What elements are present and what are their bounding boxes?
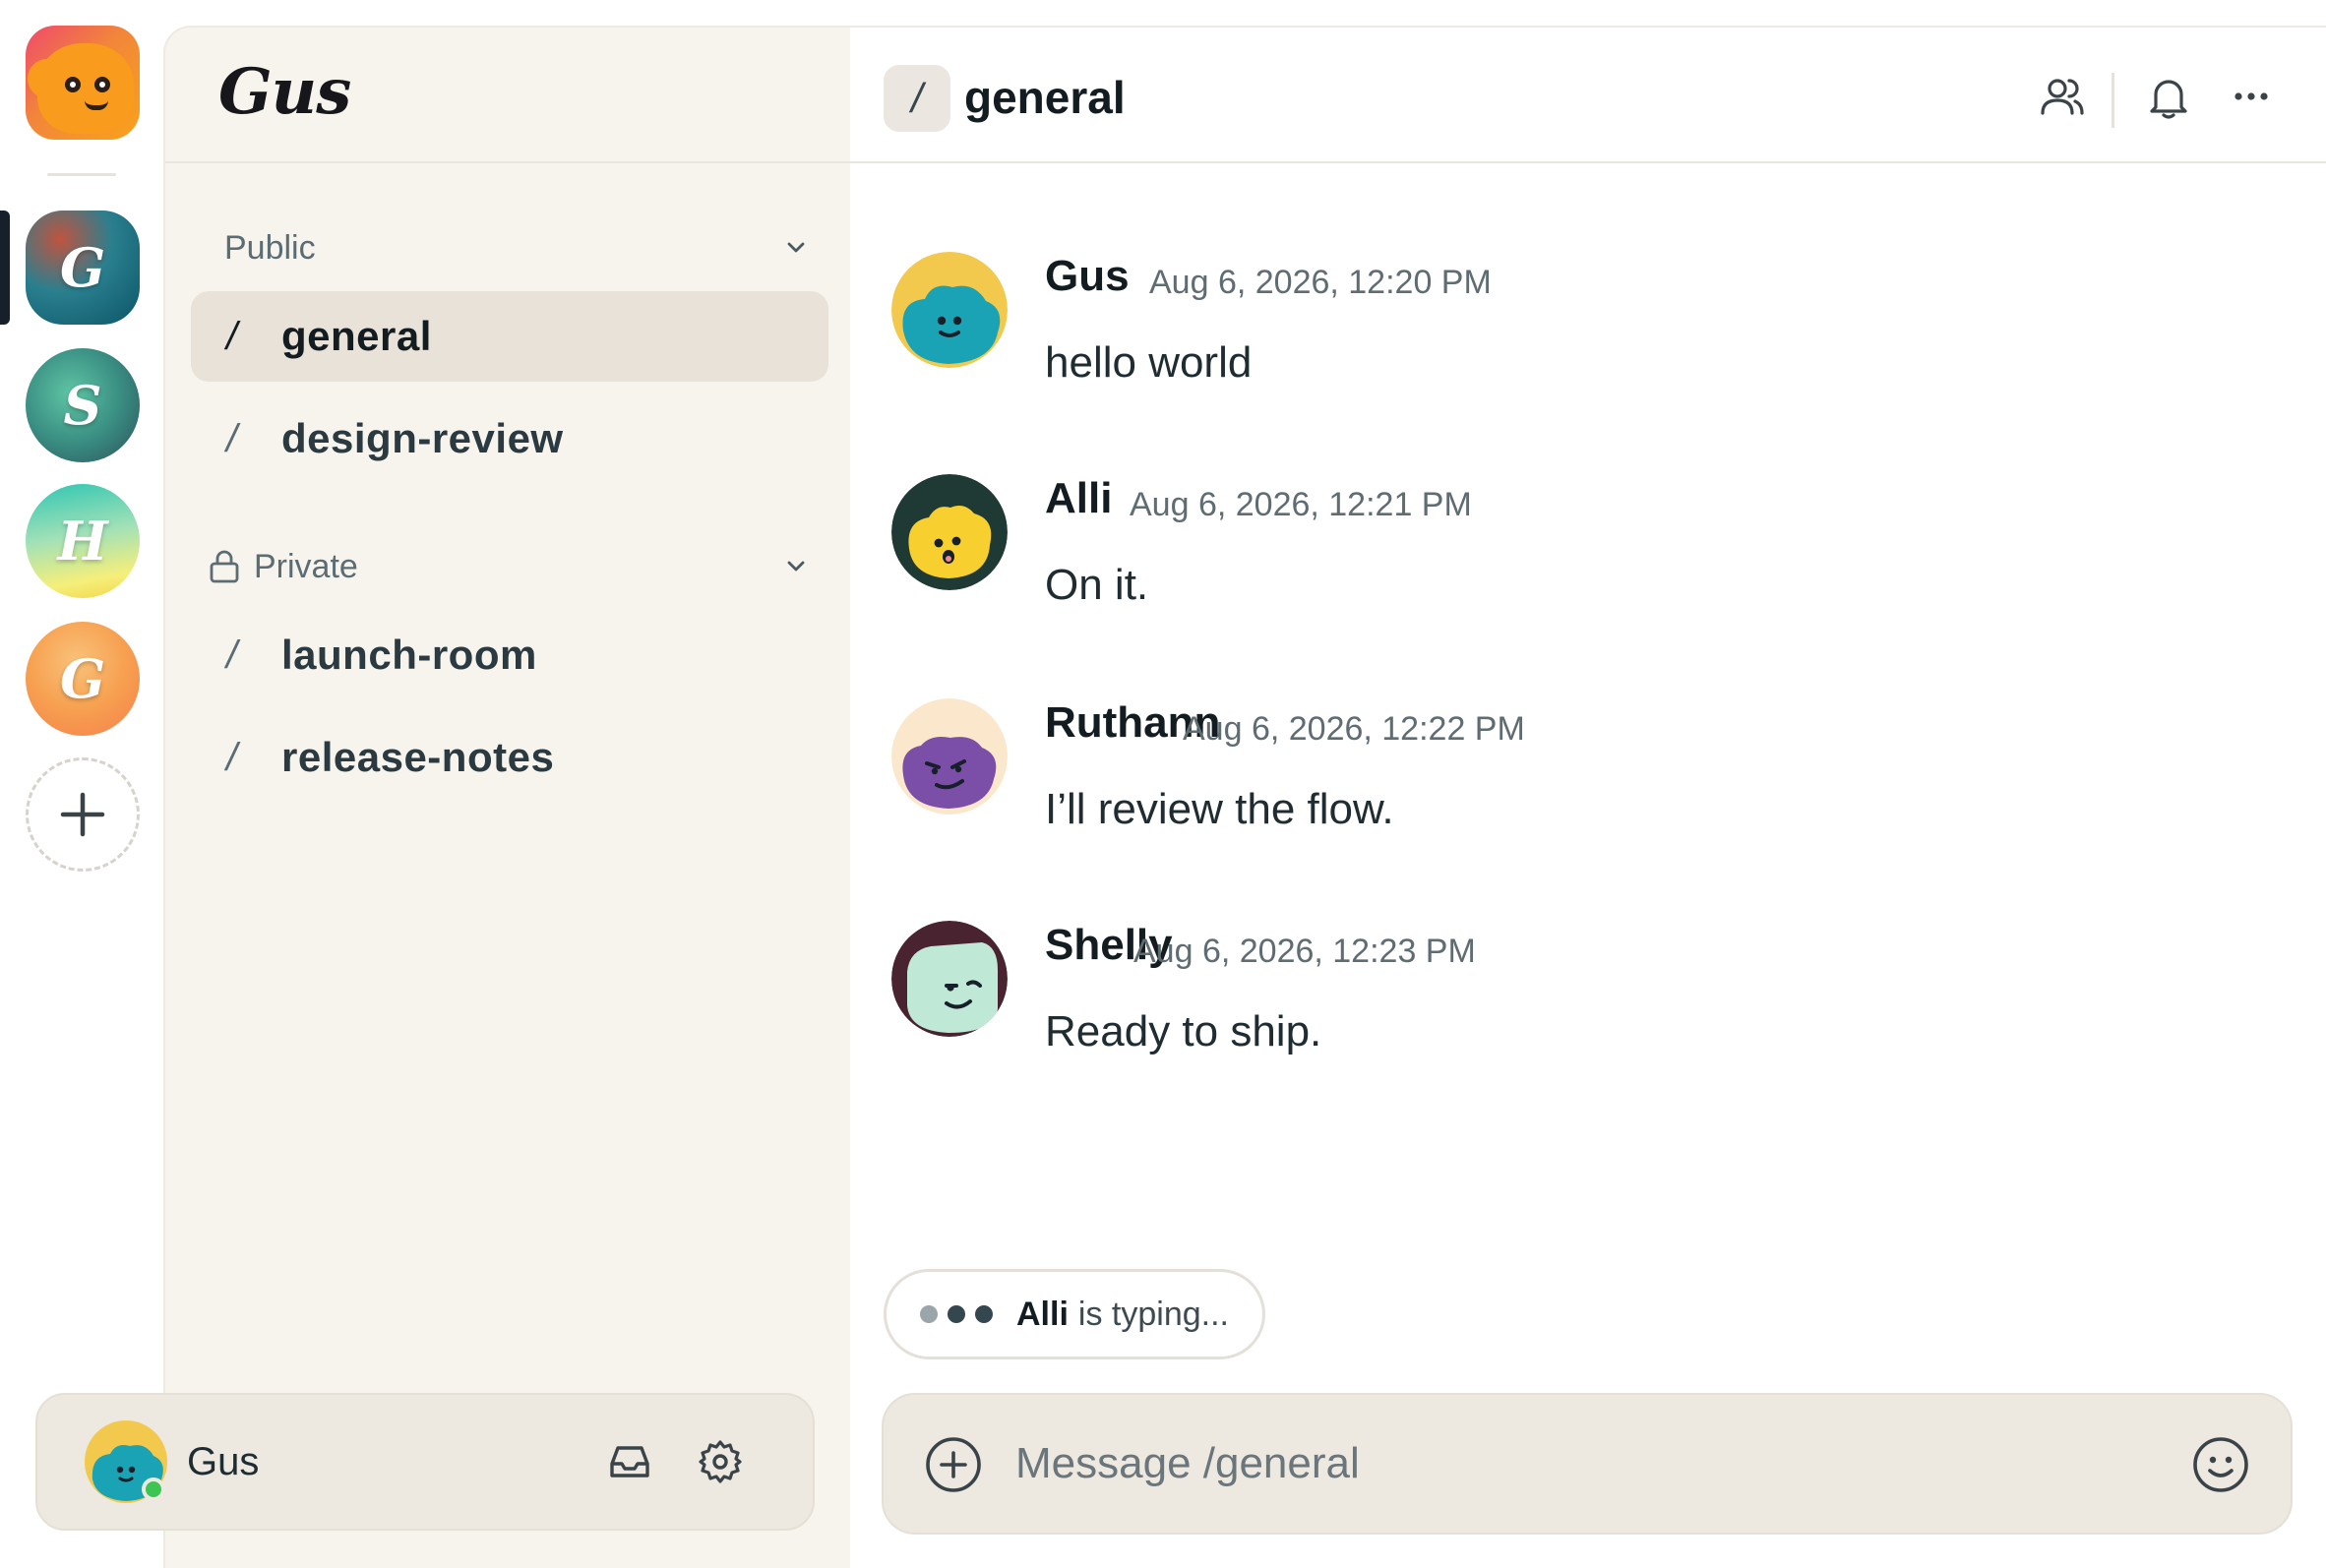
channel-name: launch-room bbox=[281, 632, 537, 678]
header-divider bbox=[2112, 73, 2114, 128]
channel-title: general bbox=[964, 72, 1126, 123]
chat-app: G S H G Gus Public / general / design-re… bbox=[0, 0, 2326, 1568]
channel-name: general bbox=[281, 313, 432, 359]
channel-item-general[interactable]: / general bbox=[191, 291, 828, 382]
gear-icon bbox=[699, 1440, 742, 1483]
section-public-header[interactable]: Public bbox=[195, 218, 815, 277]
add-attachment-icon[interactable] bbox=[923, 1434, 984, 1495]
members-button[interactable] bbox=[2031, 65, 2094, 128]
channel-item-release-notes[interactable]: / release-notes bbox=[191, 712, 828, 803]
current-user-card: Gus bbox=[35, 1393, 815, 1531]
app-logo-icon[interactable] bbox=[26, 26, 140, 140]
more-icon bbox=[2234, 92, 2268, 100]
inbox-icon bbox=[610, 1446, 649, 1478]
message-timestamp: Aug 6, 2026, 12:23 PM bbox=[1133, 933, 1476, 970]
message-composer bbox=[882, 1393, 2293, 1535]
avatar[interactable] bbox=[891, 252, 1008, 368]
message-timestamp: Aug 6, 2026, 12:21 PM bbox=[1130, 486, 1472, 523]
typing-dot bbox=[948, 1305, 965, 1323]
message-text: I’ll review the flow. bbox=[1045, 785, 1394, 833]
channel-name: design-review bbox=[281, 415, 564, 461]
chevron-down-icon bbox=[787, 242, 805, 253]
typing-user: Alli bbox=[1016, 1295, 1069, 1333]
typing-dot bbox=[920, 1305, 938, 1323]
message-text: On it. bbox=[1045, 561, 1149, 609]
message-item: Gus Aug 6, 2026, 12:20 PM hello world bbox=[891, 252, 2249, 439]
channel-item-launch-room[interactable]: / launch-room bbox=[191, 610, 828, 700]
plus-icon bbox=[60, 792, 105, 837]
server-icon-g[interactable]: G bbox=[26, 211, 140, 325]
section-private-header[interactable]: Private bbox=[195, 537, 815, 596]
workspace-name: Gus bbox=[218, 55, 351, 129]
channel-slash: / bbox=[226, 416, 238, 460]
main-panel: / general Gus Aug 6, 2026, 12:20 PM hell… bbox=[850, 26, 2326, 1568]
channel-item-design-review[interactable]: / design-review bbox=[191, 393, 828, 484]
current-user-name: Gus bbox=[187, 1440, 260, 1483]
server-rail: G S H G bbox=[0, 0, 163, 1568]
presence-online-indicator bbox=[142, 1478, 165, 1501]
logo-eye-left bbox=[65, 77, 81, 92]
message-input[interactable] bbox=[1015, 1428, 2137, 1499]
typing-text: is typing... bbox=[1077, 1295, 1229, 1333]
rail-divider bbox=[47, 173, 116, 176]
channel-header: / general bbox=[850, 28, 2326, 163]
workspace-header: Gus bbox=[165, 28, 852, 163]
message-timestamp: Aug 6, 2026, 12:20 PM bbox=[1149, 264, 1492, 301]
server-icon-g-orange[interactable]: G bbox=[26, 622, 140, 736]
message-author: Alli bbox=[1045, 474, 1113, 522]
logo-blob bbox=[28, 43, 134, 134]
members-icon bbox=[2041, 79, 2084, 115]
channel-slash: / bbox=[226, 314, 238, 358]
message-item: Shelly Aug 6, 2026, 12:23 PM Ready to sh… bbox=[891, 921, 2249, 1108]
channel-slash-badge: / bbox=[884, 65, 950, 132]
channel-name: release-notes bbox=[281, 734, 555, 780]
message-item: Ruthann Aug 6, 2026, 12:22 PM I’ll revie… bbox=[891, 698, 2249, 885]
typing-indicator: Alli is typing... bbox=[884, 1269, 1265, 1359]
server-icon-h[interactable]: H bbox=[26, 484, 140, 598]
message-item: Alli Aug 6, 2026, 12:21 PM On it. bbox=[891, 474, 2249, 661]
message-text: Ready to ship. bbox=[1045, 1007, 1322, 1055]
channel-slash: / bbox=[226, 633, 238, 677]
lock-icon bbox=[210, 550, 239, 583]
server-icon-s[interactable]: S bbox=[26, 348, 140, 462]
typing-dot bbox=[975, 1305, 993, 1323]
message-text: hello world bbox=[1045, 338, 1253, 387]
message-timestamp: Aug 6, 2026, 12:22 PM bbox=[1183, 710, 1525, 748]
avatar[interactable] bbox=[891, 921, 1008, 1037]
server-letter: S bbox=[63, 374, 102, 437]
bell-icon bbox=[2150, 80, 2187, 119]
notifications-button[interactable] bbox=[2137, 65, 2200, 128]
channel-sidebar: Gus Public / general / design-review Pri… bbox=[163, 26, 852, 1568]
logo-eye-right bbox=[94, 77, 110, 92]
avatar[interactable] bbox=[891, 698, 1008, 814]
channel-slash: / bbox=[226, 735, 238, 779]
section-label: Private bbox=[254, 547, 358, 585]
chevron-down-icon bbox=[787, 561, 805, 572]
section-label: Public bbox=[224, 228, 316, 267]
emoji-icon[interactable] bbox=[2190, 1434, 2251, 1495]
more-options-button[interactable] bbox=[2220, 65, 2283, 128]
server-letter: H bbox=[57, 510, 108, 573]
add-server-button[interactable] bbox=[26, 757, 140, 872]
active-server-indicator bbox=[0, 211, 10, 325]
server-letter: G bbox=[59, 236, 106, 299]
settings-button[interactable] bbox=[691, 1432, 750, 1491]
server-letter: G bbox=[59, 647, 106, 710]
avatar[interactable] bbox=[891, 474, 1008, 590]
inbox-button[interactable] bbox=[600, 1432, 659, 1491]
message-author: Gus bbox=[1045, 252, 1130, 300]
